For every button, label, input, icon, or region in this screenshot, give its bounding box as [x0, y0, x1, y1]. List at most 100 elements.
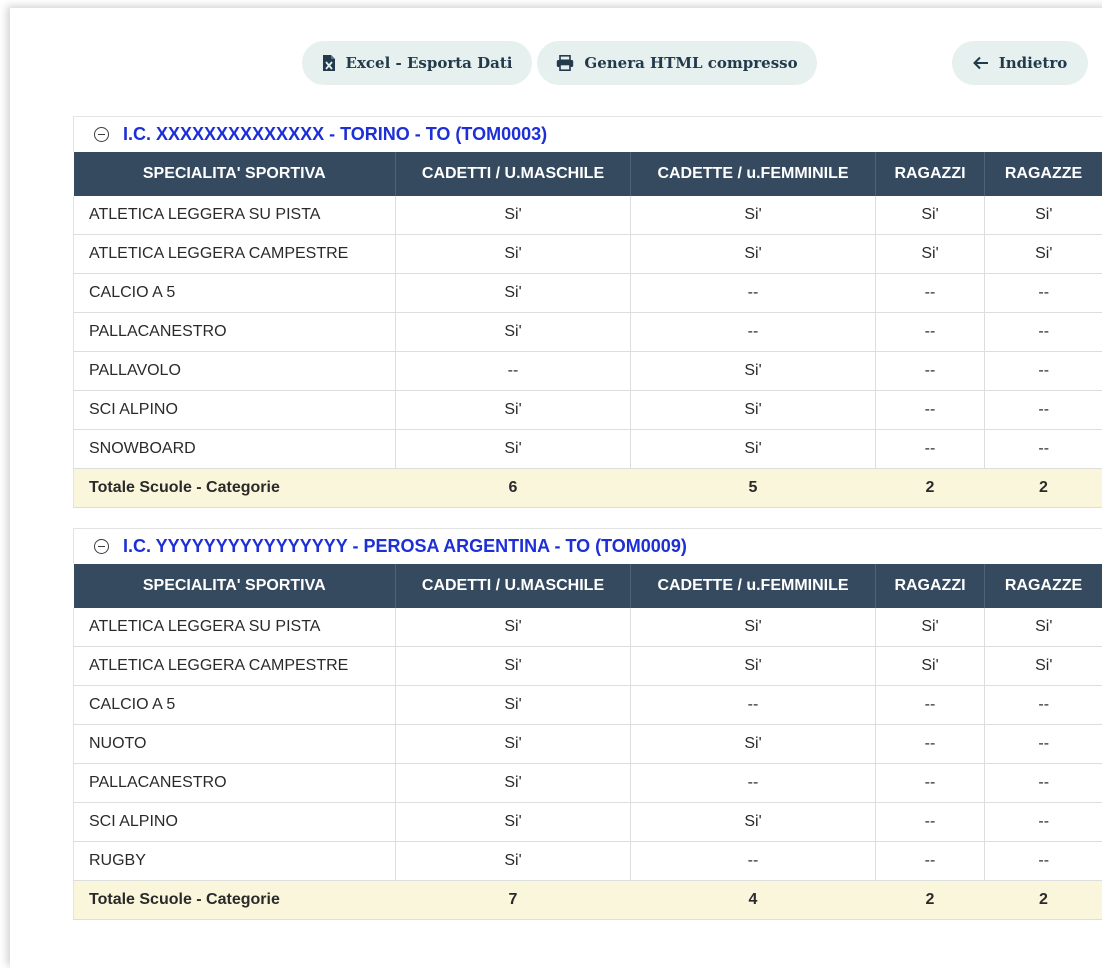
school-header[interactable]: I.C. YYYYYYYYYYYYYYYY - PEROSA ARGENTINA… — [73, 528, 1102, 564]
ragazze-cell: -- — [985, 430, 1102, 469]
arrow-left-icon — [973, 56, 989, 70]
total-ragazze: 2 — [985, 469, 1102, 508]
toolbar: Excel - Esporta Dati Genera HTML compres… — [0, 41, 1102, 85]
table-row: ATLETICA LEGGERA CAMPESTRE Si' Si' Si' S… — [74, 647, 1102, 686]
column-header-cadetti: CADETTI / U.MASCHILE — [396, 152, 631, 196]
ragazzi-cell: -- — [876, 274, 985, 313]
sport-cell: NUOTO — [74, 725, 396, 764]
column-header-ragazzi: RAGAZZI — [876, 564, 985, 608]
cadetti-cell: Si' — [396, 235, 631, 274]
ragazze-cell: -- — [985, 686, 1102, 725]
cadette-cell: -- — [631, 764, 876, 803]
cadette-cell: Si' — [631, 352, 876, 391]
ragazze-cell: Si' — [985, 235, 1102, 274]
table-row: SCI ALPINO Si' Si' -- -- — [74, 803, 1102, 842]
cadetti-cell: Si' — [396, 842, 631, 881]
cadetti-cell: Si' — [396, 391, 631, 430]
sport-cell: ATLETICA LEGGERA SU PISTA — [74, 608, 396, 647]
ragazze-cell: -- — [985, 842, 1102, 881]
school-header[interactable]: I.C. XXXXXXXXXXXXXX - TORINO - TO (TOM00… — [73, 116, 1102, 152]
sports-table: SPECIALITA' SPORTIVA CADETTI / U.MASCHIL… — [73, 152, 1102, 508]
ragazze-cell: -- — [985, 313, 1102, 352]
excel-export-label: Excel - Esporta Dati — [346, 54, 513, 72]
ragazze-cell: Si' — [985, 196, 1102, 235]
ragazze-cell: -- — [985, 352, 1102, 391]
printer-icon — [556, 55, 574, 71]
cadette-cell: Si' — [631, 725, 876, 764]
ragazze-cell: -- — [985, 764, 1102, 803]
ragazzi-cell: -- — [876, 725, 985, 764]
ragazzi-cell: -- — [876, 803, 985, 842]
school-section: I.C. XXXXXXXXXXXXXX - TORINO - TO (TOM00… — [73, 116, 1102, 508]
cadetti-cell: Si' — [396, 803, 631, 842]
back-button[interactable]: Indietro — [952, 41, 1088, 85]
school-title: I.C. XXXXXXXXXXXXXX - TORINO - TO (TOM00… — [123, 124, 547, 145]
table-row: PALLACANESTRO Si' -- -- -- — [74, 764, 1102, 803]
table-row: ATLETICA LEGGERA SU PISTA Si' Si' Si' Si… — [74, 196, 1102, 235]
cadetti-cell: Si' — [396, 430, 631, 469]
ragazze-cell: -- — [985, 803, 1102, 842]
generate-html-label: Genera HTML compresso — [584, 54, 797, 72]
ragazzi-cell: -- — [876, 391, 985, 430]
ragazzi-cell: Si' — [876, 647, 985, 686]
table-header-row: SPECIALITA' SPORTIVA CADETTI / U.MASCHIL… — [74, 152, 1102, 196]
table-row: PALLACANESTRO Si' -- -- -- — [74, 313, 1102, 352]
collapse-minus-icon[interactable] — [94, 539, 109, 554]
ragazzi-cell: Si' — [876, 196, 985, 235]
cadetti-cell: Si' — [396, 608, 631, 647]
sport-cell: RUGBY — [74, 842, 396, 881]
total-cadette: 4 — [631, 881, 876, 920]
column-header-cadette: CADETTE / u.FEMMINILE — [631, 152, 876, 196]
column-header-ragazze: RAGAZZE — [985, 564, 1102, 608]
table-row: SCI ALPINO Si' Si' -- -- — [74, 391, 1102, 430]
cadette-cell: Si' — [631, 196, 876, 235]
cadette-cell: Si' — [631, 235, 876, 274]
column-header-cadetti: CADETTI / U.MASCHILE — [396, 564, 631, 608]
table-row: SNOWBOARD Si' Si' -- -- — [74, 430, 1102, 469]
column-header-ragazzi: RAGAZZI — [876, 152, 985, 196]
sport-cell: SNOWBOARD — [74, 430, 396, 469]
sport-cell: ATLETICA LEGGERA CAMPESTRE — [74, 647, 396, 686]
table-row: RUGBY Si' -- -- -- — [74, 842, 1102, 881]
total-cadetti: 7 — [396, 881, 631, 920]
ragazzi-cell: -- — [876, 686, 985, 725]
table-row: ATLETICA LEGGERA SU PISTA Si' Si' Si' Si… — [74, 608, 1102, 647]
table-header-row: SPECIALITA' SPORTIVA CADETTI / U.MASCHIL… — [74, 564, 1102, 608]
cadette-cell: -- — [631, 842, 876, 881]
ragazzi-cell: -- — [876, 764, 985, 803]
cadetti-cell: Si' — [396, 725, 631, 764]
cadetti-cell: Si' — [396, 196, 631, 235]
total-ragazzi: 2 — [876, 469, 985, 508]
table-row: ATLETICA LEGGERA CAMPESTRE Si' Si' Si' S… — [74, 235, 1102, 274]
cadette-cell: Si' — [631, 391, 876, 430]
column-header-sport: SPECIALITA' SPORTIVA — [74, 564, 396, 608]
sport-cell: CALCIO A 5 — [74, 274, 396, 313]
total-row: Totale Scuole - Categorie 6 5 2 2 — [74, 469, 1102, 508]
collapse-minus-icon[interactable] — [94, 127, 109, 142]
school-title: I.C. YYYYYYYYYYYYYYYY - PEROSA ARGENTINA… — [123, 536, 687, 557]
excel-export-button[interactable]: Excel - Esporta Dati — [302, 41, 532, 85]
sport-cell: CALCIO A 5 — [74, 686, 396, 725]
cadetti-cell: Si' — [396, 647, 631, 686]
sport-cell: ATLETICA LEGGERA SU PISTA — [74, 196, 396, 235]
generate-html-button[interactable]: Genera HTML compresso — [537, 41, 817, 85]
cadetti-cell: -- — [396, 352, 631, 391]
cadette-cell: Si' — [631, 430, 876, 469]
ragazzi-cell: Si' — [876, 608, 985, 647]
cadetti-cell: Si' — [396, 686, 631, 725]
back-label: Indietro — [999, 54, 1068, 72]
total-cadette: 5 — [631, 469, 876, 508]
column-header-sport: SPECIALITA' SPORTIVA — [74, 152, 396, 196]
table-row: CALCIO A 5 Si' -- -- -- — [74, 686, 1102, 725]
sport-cell: PALLACANESTRO — [74, 313, 396, 352]
sport-cell: PALLAVOLO — [74, 352, 396, 391]
cadette-cell: Si' — [631, 803, 876, 842]
ragazze-cell: Si' — [985, 608, 1102, 647]
total-label: Totale Scuole - Categorie — [74, 881, 396, 920]
ragazze-cell: -- — [985, 274, 1102, 313]
ragazzi-cell: Si' — [876, 235, 985, 274]
sport-cell: SCI ALPINO — [74, 391, 396, 430]
sport-cell: ATLETICA LEGGERA CAMPESTRE — [74, 235, 396, 274]
sports-table: SPECIALITA' SPORTIVA CADETTI / U.MASCHIL… — [73, 564, 1102, 920]
excel-file-icon — [322, 55, 336, 71]
